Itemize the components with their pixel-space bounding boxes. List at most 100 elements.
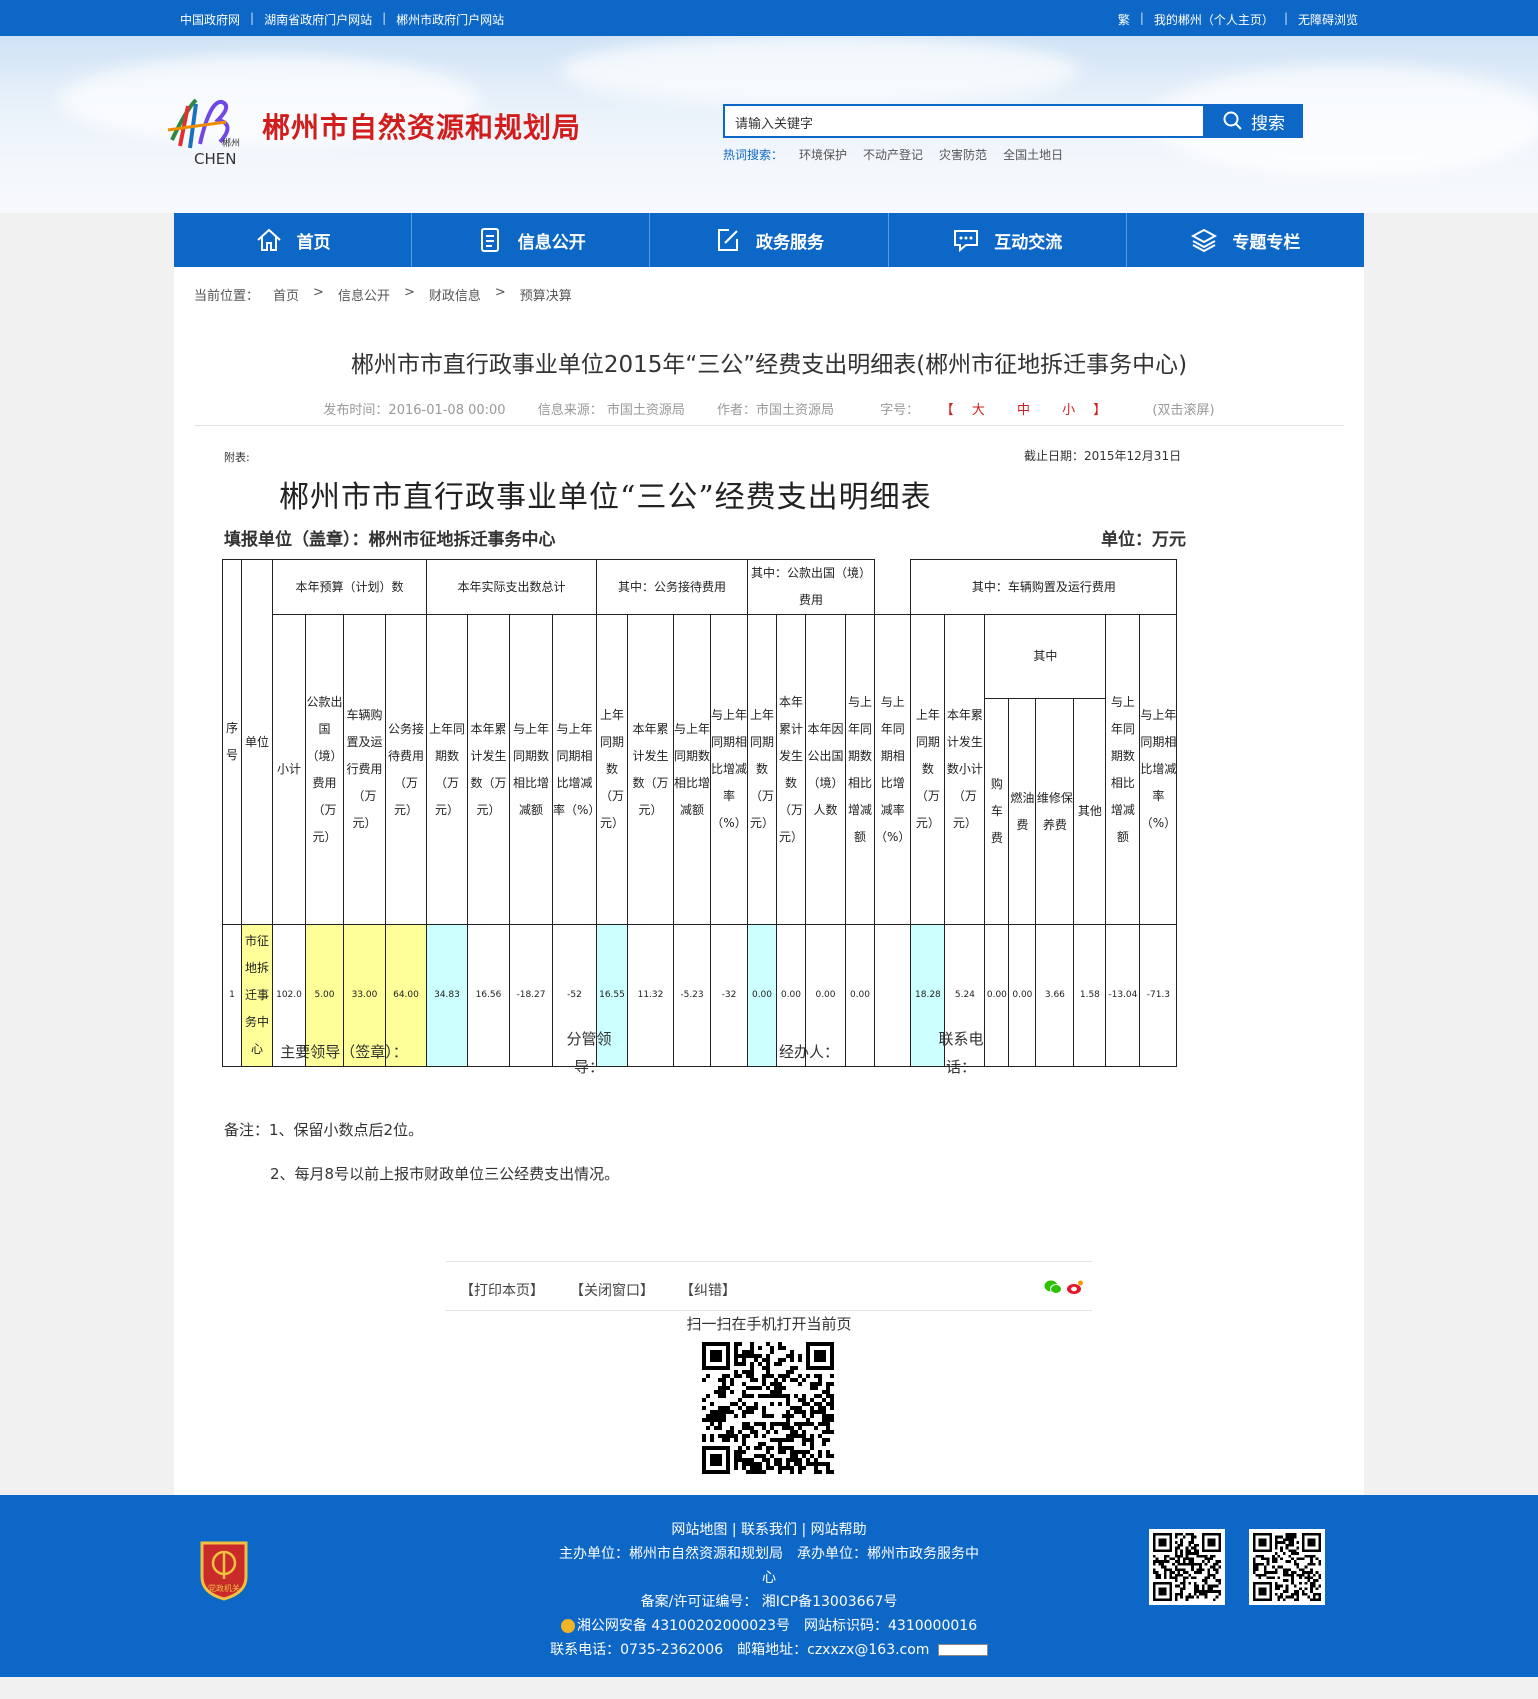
font-size-large[interactable]: 大 [972,403,985,418]
breadcrumb-item[interactable]: 信息公开 [338,285,390,304]
link-my-chenzhou[interactable]: 我的郴州（个人主页） [1154,11,1274,28]
hot-word[interactable]: 不动产登记 [863,146,923,163]
cell: 1 [222,924,242,1067]
content-card: 当前位置： 首页 > 信息公开 > 财政信息 > 预算决算 郴州市市直行政事业单… [174,267,1364,1495]
nav-item-info[interactable]: 信息公开 [412,213,651,267]
col-header: 本年累计发生数（万元） [627,614,674,925]
main-nav: 首页 信息公开 政务服务 互动交流 专题专栏 [174,213,1364,267]
nav-item-home[interactable]: 首页 [174,213,413,267]
hot-words: 热词搜索： 环境保护 不动产登记 灾害防范 全国土地日 [723,146,1063,163]
link-hunan-gov[interactable]: 湖南省政府门户网站 [264,11,372,28]
col-header: 燃油费 [1008,698,1037,925]
link-traditional[interactable]: 繁 [1118,11,1130,28]
hot-word[interactable]: 环境保护 [799,146,847,163]
nav-item-service[interactable]: 政务服务 [650,213,889,267]
wechat-icon[interactable] [1044,1279,1062,1295]
cell: -71.3 [1139,924,1178,1067]
footer-police-text[interactable]: 湘公网安备 43100202000023号 网站标识码：4310000016 [577,1618,977,1634]
cell: -5.23 [673,924,711,1067]
nav-item-topics[interactable]: 专题专栏 [1127,213,1364,267]
svg-text:CHEN: CHEN [194,150,236,168]
cell: 0.00 [1008,924,1037,1067]
qr-code [1253,1533,1321,1601]
separator: | [1139,11,1144,25]
nav-item-interact[interactable]: 互动交流 [889,213,1127,267]
cnzz-icon[interactable] [937,1644,988,1656]
cell: 11.32 [627,924,674,1067]
cell: -32 [710,924,748,1067]
sign-leader: 主要领导（签章）： [280,1043,408,1061]
site-title: 郴州市自然资源和规划局 [262,111,582,144]
cell: 3.66 [1035,924,1075,1067]
breadcrumb-item[interactable]: 预算决算 [520,285,572,304]
link-gov-cn[interactable]: 中国政府网 [180,11,240,28]
font-size-small[interactable]: 小 [1062,403,1075,418]
group-header-reception: 其中：公务接待费用 [596,559,748,615]
cell: -18.27 [509,924,553,1067]
top-links-left: 中国政府网 | 湖南省政府门户网站 | 郴州市政府门户网站 [180,11,504,28]
separator: | [250,11,255,25]
col-header: 与上年同期相比增减率（%） [552,614,600,925]
col-header: 小计 [272,614,306,925]
weibo-icon[interactable] [1066,1279,1084,1295]
document-icon [480,228,499,252]
chat-icon [954,230,979,253]
table-header-row: 小计 公款出国（境）费用（万元） 车辆购置及运行费用（万元） 公务接待费用（万元… [223,614,1178,925]
col-header: 与上年同期相比增减率（%） [1139,614,1178,925]
report-error-button[interactable]: 【纠错】 [680,1280,736,1300]
cell: 0.00 [984,924,1010,1067]
cell: 34.83 [426,924,468,1067]
sign-supervisor: 分管领导： [566,1030,612,1076]
hot-word[interactable]: 全国土地日 [1003,146,1063,163]
col-header: 与上年同期数相比增减额 [845,614,875,925]
hot-word[interactable]: 灾害防范 [939,146,987,163]
separator: | [382,11,387,25]
attach-label: 附表: [224,451,250,464]
breadcrumb-item[interactable]: 财政信息 [429,285,481,304]
breadcrumb-separator: > [403,285,415,300]
col-header: 上年同期数（万元） [596,614,628,925]
footer-contact-text: 联系电话：0735-2362006 邮箱地址：czxxzx@163.com [550,1642,930,1658]
link-accessibility[interactable]: 无障碍浏览 [1298,11,1358,28]
col-header: 与上年同期相比增减率（%） [873,614,912,925]
deadline: 截止日期：2015年12月31日 [1024,449,1182,463]
search-button[interactable]: 搜索 [1205,104,1303,138]
sign-phone: 联系电话： [938,1030,984,1076]
col-header: 上年同期数（万元） [747,614,777,925]
article-author: 作者：市国土资源局 [717,403,835,418]
cell: 16.56 [467,924,510,1067]
expense-table: 序号 单位 本年预算（计划）数 本年实际支出数总计 其中：公务接待费用 其中：公… [222,559,1178,1067]
cell: 1.58 [1073,924,1107,1067]
home-icon [256,228,281,251]
col-header: 本年累计发生数小计（万元） [944,614,986,925]
close-window-button[interactable]: 【关闭窗口】 [570,1280,654,1300]
col-header: 与上年同期数相比增减额 [1105,614,1141,925]
link-chenzhou-gov[interactable]: 郴州市政府门户网站 [396,11,504,28]
group-header-budget: 本年预算（计划）数 [272,559,427,615]
chenzhou-logo-icon: 郴州 CHEN [167,98,240,168]
fill-unit: 填报单位（盖章）：郴州市征地拆迁事务中心 [224,530,556,550]
divider [446,1310,1092,1311]
col-header: 本年累计发生数（万元） [467,614,510,925]
divider [194,425,1344,426]
breadcrumb-item[interactable]: 首页 [273,285,299,304]
col-header-unit: 单位 [241,559,273,925]
font-size-label: 字号： [880,403,920,418]
font-size-medium[interactable]: 中 [1017,403,1030,418]
article-source: 信息来源： 市国土资源局 [537,403,685,418]
font-size-control: 字号：【 大 中 小 】 [880,403,1107,418]
note-2: 2、每月8号以前上报市财政单位三公经费支出情况。 [270,1165,620,1183]
col-header: 与上年同期数相比增减额 [673,614,711,925]
breadcrumb-separator: > [494,285,506,300]
police-icon [560,1619,575,1633]
col-header: 购车费 [984,698,1010,925]
svg-text:郴州: 郴州 [222,137,240,149]
scroll-hint[interactable]: (双击滚屏) [1152,403,1214,418]
search-icon [1223,111,1242,130]
col-header: 其他 [1073,698,1107,925]
search-input[interactable]: 请输入关键字 [723,104,1205,138]
print-button[interactable]: 【打印本页】 [460,1280,544,1300]
nav-item-label: 首页 [296,232,331,253]
scan-hint: 扫一扫在手机打开当前页 [686,1315,852,1333]
nav-item-label: 互动交流 [994,232,1063,253]
